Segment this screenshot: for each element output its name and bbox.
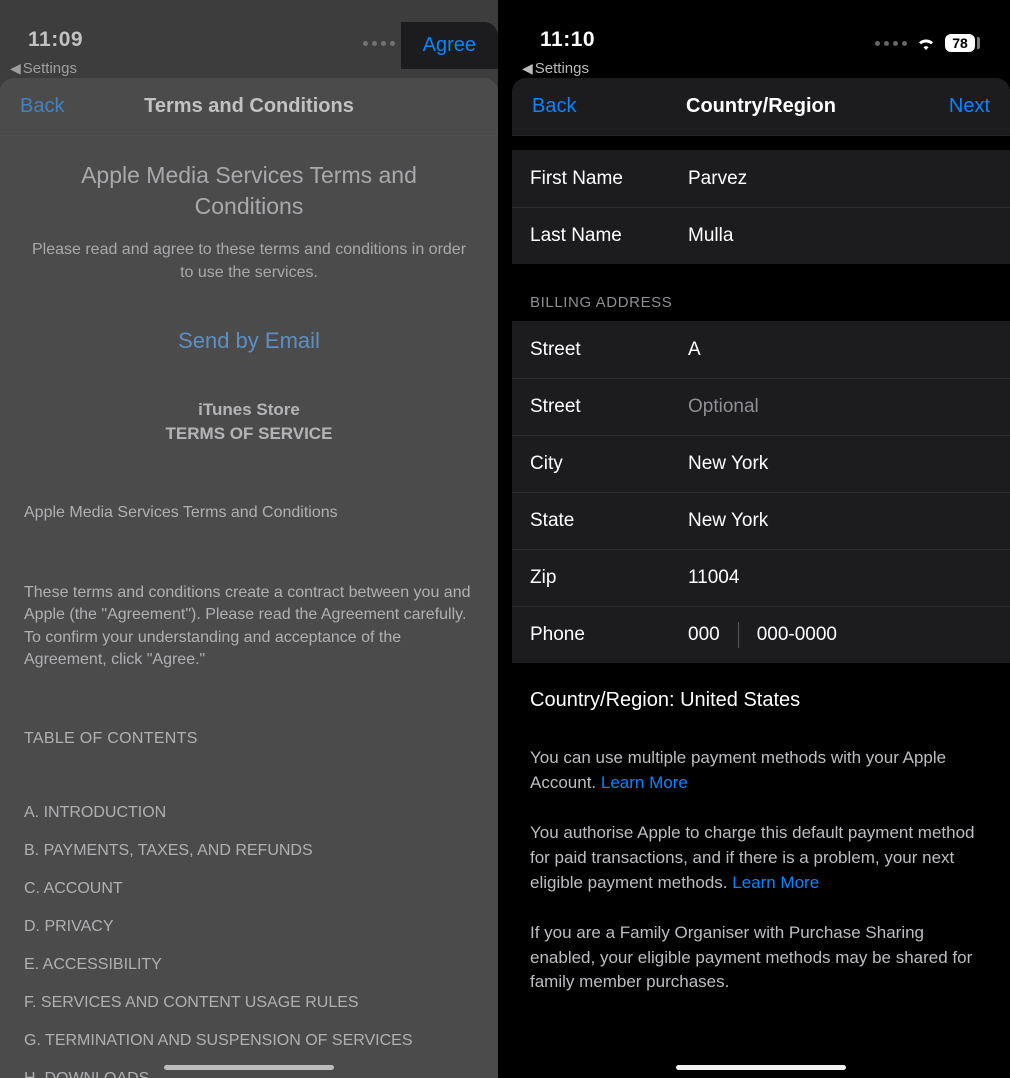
- wifi-icon: [915, 35, 937, 51]
- toc-item: B. PAYMENTS, TAXES, AND REFUNDS: [24, 842, 474, 860]
- breadcrumb-label: Settings: [535, 60, 589, 77]
- phone-label: Phone: [530, 624, 688, 646]
- agree-label: Agree: [423, 34, 476, 56]
- country-region-line: Country/Region: United States: [530, 689, 992, 712]
- send-email-link[interactable]: Send by Email: [24, 328, 474, 354]
- nav-bar: Back Terms and Conditions X: [0, 78, 498, 136]
- toc-item: C. ACCOUNT: [24, 880, 474, 898]
- payment-info-1: You can use multiple payment methods wit…: [530, 746, 992, 795]
- first-name-field[interactable]: Parvez: [688, 168, 992, 190]
- toc-item: H. DOWNLOADS: [24, 1070, 474, 1078]
- zip-row[interactable]: Zip 11004: [512, 549, 1010, 606]
- toc-heading: TABLE OF CONTENTS: [24, 730, 474, 748]
- zip-label: Zip: [530, 567, 688, 589]
- phone-separator: [738, 622, 739, 648]
- state-row[interactable]: State New York: [512, 492, 1010, 549]
- name-group: First Name Parvez Last Name Mulla: [512, 150, 1010, 264]
- status-bar: 11:10 78: [512, 0, 1010, 58]
- phone-row[interactable]: Phone 000 000-0000: [512, 606, 1010, 663]
- zip-field[interactable]: 11004: [688, 567, 992, 589]
- footer-block: Country/Region: United States You can us…: [512, 663, 1010, 995]
- street-label: Street: [530, 339, 688, 361]
- billing-group: Street A Street Optional City New York S…: [512, 321, 1010, 663]
- terms-intro: These terms and conditions create a cont…: [24, 582, 474, 672]
- back-button[interactable]: Back: [20, 95, 64, 118]
- status-time: 11:09: [28, 28, 83, 52]
- home-indicator[interactable]: [676, 1065, 846, 1070]
- first-name-row[interactable]: First Name Parvez: [512, 150, 1010, 207]
- cellular-dots-icon: [363, 41, 395, 46]
- terms-instruction: Please read and agree to these terms and…: [24, 238, 474, 284]
- last-name-label: Last Name: [530, 225, 688, 247]
- cellular-dots-icon: [875, 41, 907, 46]
- learn-more-link-1[interactable]: Learn More: [601, 773, 688, 792]
- toc-item: E. ACCESSIBILITY: [24, 956, 474, 974]
- nav-bar: Back Country/Region Next: [512, 78, 1010, 136]
- terms-content[interactable]: Apple Media Services Terms and Condition…: [0, 136, 498, 1078]
- status-time: 11:10: [540, 28, 595, 52]
- learn-more-link-2[interactable]: Learn More: [732, 873, 819, 892]
- last-name-row[interactable]: Last Name Mulla: [512, 207, 1010, 264]
- street-row[interactable]: Street A: [512, 321, 1010, 378]
- toc-item: F. SERVICES AND CONTENT USAGE RULES: [24, 994, 474, 1012]
- itunes-label: iTunes Store: [24, 400, 474, 420]
- toc-item: A. INTRODUCTION: [24, 804, 474, 822]
- battery-level: 78: [945, 34, 975, 52]
- region-sheet: Back Country/Region Next First Name Parv…: [512, 78, 1010, 1078]
- nav-title: Country/Region: [512, 95, 1010, 118]
- state-label: State: [530, 510, 688, 532]
- next-button[interactable]: Next: [949, 95, 990, 118]
- last-name-field[interactable]: Mulla: [688, 225, 992, 247]
- city-label: City: [530, 453, 688, 475]
- form-scroll[interactable]: First Name Parvez Last Name Mulla BILLIN…: [512, 136, 1010, 1078]
- street2-label: Street: [530, 396, 688, 418]
- first-name-label: First Name: [530, 168, 688, 190]
- breadcrumb-label: Settings: [23, 60, 77, 77]
- home-indicator[interactable]: [164, 1065, 334, 1070]
- state-field[interactable]: New York: [688, 510, 992, 532]
- terms-sheet: Back Terms and Conditions X Apple Media …: [0, 78, 498, 1078]
- phone-area-field[interactable]: 000: [688, 624, 720, 646]
- street2-row[interactable]: Street Optional: [512, 378, 1010, 435]
- toc-list: A. INTRODUCTION B. PAYMENTS, TAXES, AND R…: [24, 804, 474, 1078]
- terms-heading: Apple Media Services Terms and Condition…: [24, 160, 474, 222]
- phone-number-field[interactable]: 000-0000: [757, 624, 837, 646]
- phone-region: 11:10 78 ◀ Settings Back Country/Region …: [512, 0, 1010, 1078]
- street2-field[interactable]: Optional: [688, 396, 992, 418]
- breadcrumb-caret-icon: ◀: [10, 60, 21, 77]
- back-button[interactable]: Back: [532, 95, 576, 118]
- toc-item: D. PRIVACY: [24, 918, 474, 936]
- agree-button[interactable]: Agree: [401, 22, 498, 69]
- city-row[interactable]: City New York: [512, 435, 1010, 492]
- phone-terms: 11:09 78 ◀ Settings Back Terms and Condi…: [0, 0, 498, 1078]
- billing-section-head: BILLING ADDRESS: [512, 264, 1010, 321]
- city-field[interactable]: New York: [688, 453, 992, 475]
- breadcrumb-caret-icon: ◀: [522, 60, 533, 77]
- toc-item: G. TERMINATION AND SUSPENSION OF SERVICE…: [24, 1032, 474, 1050]
- terms-subhead: Apple Media Services Terms and Condition…: [24, 502, 474, 524]
- payment-info-2: You authorise Apple to charge this defau…: [530, 821, 992, 895]
- tos-label: TERMS OF SERVICE: [24, 424, 474, 444]
- battery-icon: 78: [945, 34, 980, 52]
- payment-info-3: If you are a Family Organiser with Purch…: [530, 921, 992, 995]
- street-field[interactable]: A: [688, 339, 992, 361]
- nav-title: Terms and Conditions: [0, 95, 498, 118]
